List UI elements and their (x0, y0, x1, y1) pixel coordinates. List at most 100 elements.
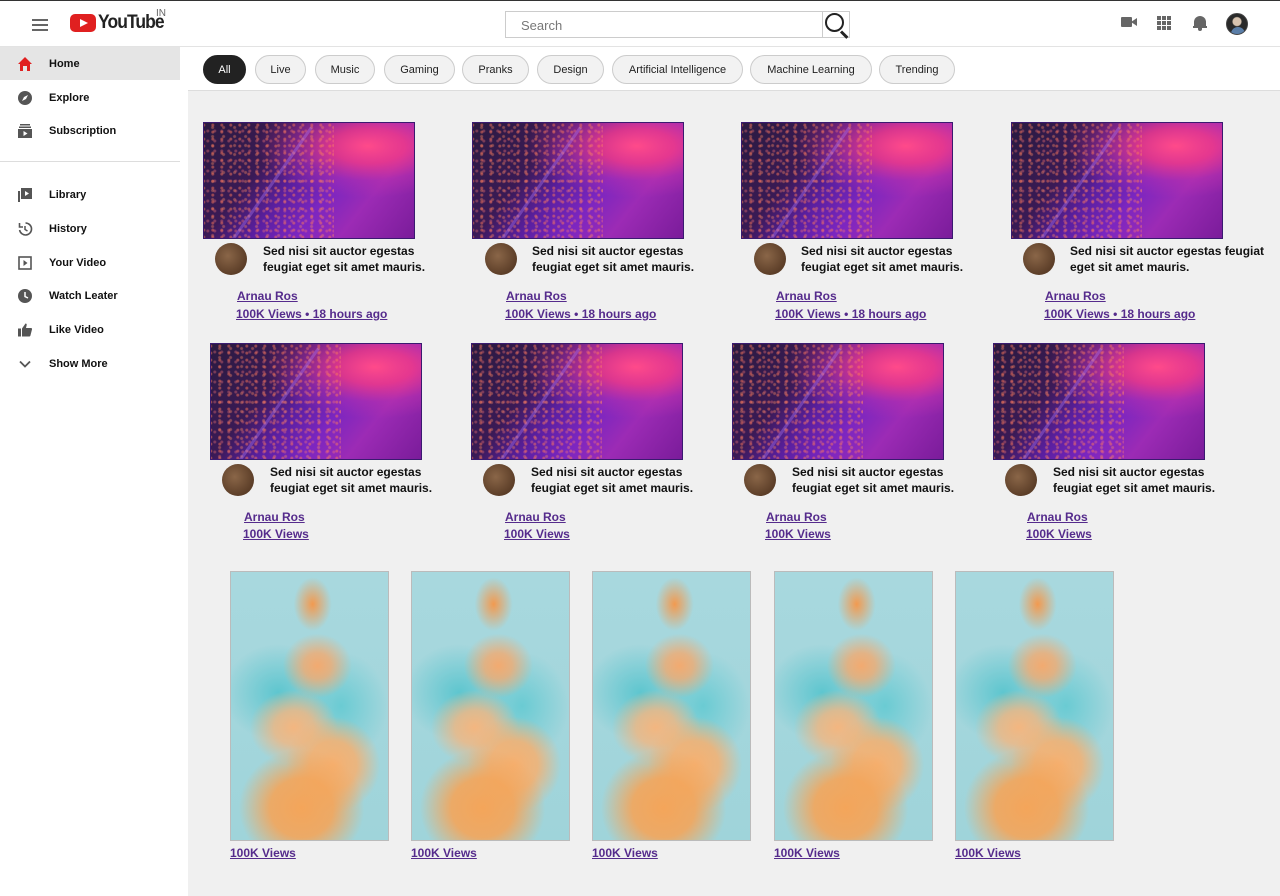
library-icon (18, 187, 32, 202)
channel-name-link[interactable]: Arnau Ros (505, 510, 566, 524)
channel-name-link[interactable]: Arnau Ros (244, 510, 305, 524)
sidebar-item-like-video[interactable]: Like Video (0, 313, 180, 346)
video-meta-link[interactable]: 100K Views • 18 hours ago (505, 307, 656, 321)
short-thumbnail[interactable] (592, 571, 751, 841)
sidebar-item-label: History (49, 222, 87, 235)
video-meta-link[interactable]: 100K Views (504, 527, 570, 541)
channel-avatar[interactable] (215, 243, 247, 275)
channel-avatar[interactable] (1005, 464, 1037, 496)
video-thumbnail[interactable] (472, 122, 684, 239)
channel-name-link[interactable]: Arnau Ros (776, 289, 837, 303)
video-thumbnail[interactable] (993, 343, 1205, 460)
sidebar-divider (0, 161, 180, 162)
video-title[interactable]: Sed nisi sit auctor egestas feugiat eget… (792, 464, 972, 496)
youtube-logo[interactable]: YouTube IN (70, 8, 169, 34)
logo-text: YouTube (98, 12, 165, 33)
sidebar-item-subscription[interactable]: Subscription (0, 114, 180, 147)
channel-name-link[interactable]: Arnau Ros (237, 289, 298, 303)
user-avatar[interactable] (1226, 13, 1248, 35)
search-button[interactable] (822, 11, 850, 39)
channel-name-link[interactable]: Arnau Ros (766, 510, 827, 524)
sidebar-item-label: Show More (49, 357, 108, 370)
top-bar: YouTube IN Search (0, 0, 1280, 47)
short-thumbnail[interactable] (774, 571, 933, 841)
short-thumbnail[interactable] (230, 571, 389, 841)
video-thumbnail[interactable] (741, 122, 953, 239)
sidebar-item-library[interactable]: Library (0, 178, 180, 211)
video-title[interactable]: Sed nisi sit auctor egestas feugiat eget… (531, 464, 711, 496)
video-meta-link[interactable]: 100K Views • 18 hours ago (236, 307, 387, 321)
sidebar-item-label: Your Video (49, 256, 107, 269)
video-title[interactable]: Sed nisi sit auctor egestas feugiat eget… (801, 243, 981, 275)
compass-icon (18, 90, 32, 105)
short-thumbnail[interactable] (955, 571, 1114, 841)
channel-name-link[interactable]: Arnau Ros (506, 289, 567, 303)
play-square-icon (18, 255, 32, 270)
subscriptions-icon (18, 123, 32, 138)
clock-icon (18, 288, 32, 303)
chip-pranks[interactable]: Pranks (462, 55, 529, 84)
chip-all[interactable]: All (203, 55, 246, 84)
channel-avatar[interactable] (483, 464, 515, 496)
video-meta-link[interactable]: 100K Views • 18 hours ago (1044, 307, 1195, 321)
history-icon (18, 221, 33, 236)
channel-avatar[interactable] (1023, 243, 1055, 275)
video-title[interactable]: Sed nisi sit auctor egestas feugiat eget… (1053, 464, 1233, 496)
channel-avatar[interactable] (754, 243, 786, 275)
menu-icon[interactable] (32, 19, 48, 31)
sidebar-item-label: Subscription (49, 124, 117, 137)
short-views-link[interactable]: 100K Views (955, 846, 1021, 860)
short-views-link[interactable]: 100K Views (411, 846, 477, 860)
sidebar-item-label: Library (49, 188, 87, 201)
apps-grid-icon[interactable] (1157, 16, 1171, 30)
youtube-play-icon (70, 14, 96, 32)
sidebar-item-watch-later[interactable]: Watch Leater (0, 279, 180, 312)
video-thumbnail[interactable] (732, 343, 944, 460)
video-title[interactable]: Sed nisi sit auctor egestas feugiat eget… (270, 464, 450, 496)
sidebar: Home Explore Subscription Library Histor… (0, 47, 188, 896)
notifications-bell-icon[interactable] (1193, 15, 1207, 31)
chip-gaming[interactable]: Gaming (384, 55, 455, 84)
create-video-icon[interactable] (1121, 16, 1137, 27)
video-thumbnail[interactable] (1011, 122, 1223, 239)
short-views-link[interactable]: 100K Views (774, 846, 840, 860)
chip-artificial-intelligence[interactable]: Artificial Intelligence (612, 55, 743, 84)
video-meta-link[interactable]: 100K Views (765, 527, 831, 541)
sidebar-item-history[interactable]: History (0, 212, 180, 245)
video-title[interactable]: Sed nisi sit auctor egestas feugiat eget… (263, 243, 443, 275)
chip-trending[interactable]: Trending (879, 55, 955, 84)
short-views-link[interactable]: 100K Views (592, 846, 658, 860)
sidebar-item-show-more[interactable]: Show More (0, 347, 180, 380)
video-title[interactable]: Sed nisi sit auctor egestas feugiat eget… (1070, 243, 1270, 275)
video-meta-link[interactable]: 100K Views (1026, 527, 1092, 541)
video-thumbnail[interactable] (203, 122, 415, 239)
sidebar-item-label: Explore (49, 91, 90, 104)
sidebar-item-label: Like Video (49, 323, 104, 336)
sidebar-item-label: Watch Leater (49, 289, 118, 302)
video-title[interactable]: Sed nisi sit auctor egestas feugiat eget… (532, 243, 712, 275)
sidebar-item-home[interactable]: Home (0, 47, 180, 80)
chip-live[interactable]: Live (255, 55, 306, 84)
video-thumbnail[interactable] (471, 343, 683, 460)
video-meta-link[interactable]: 100K Views (243, 527, 309, 541)
chip-machine-learning[interactable]: Machine Learning (750, 55, 872, 84)
channel-name-link[interactable]: Arnau Ros (1027, 510, 1088, 524)
chip-music[interactable]: Music (315, 55, 375, 84)
home-icon (18, 56, 32, 71)
channel-avatar[interactable] (744, 464, 776, 496)
channel-name-link[interactable]: Arnau Ros (1045, 289, 1106, 303)
video-thumbnail[interactable] (210, 343, 422, 460)
video-meta-link[interactable]: 100K Views • 18 hours ago (775, 307, 926, 321)
chip-design[interactable]: Design (537, 55, 604, 84)
sidebar-item-explore[interactable]: Explore (0, 81, 180, 114)
short-thumbnail[interactable] (411, 571, 570, 841)
chevron-down-icon (19, 360, 31, 368)
search-input[interactable]: Search (505, 11, 823, 38)
channel-avatar[interactable] (485, 243, 517, 275)
sidebar-item-label: Home (49, 57, 80, 70)
sidebar-item-your-video[interactable]: Your Video (0, 246, 180, 279)
channel-avatar[interactable] (222, 464, 254, 496)
filter-chip-bar: All Live Music Gaming Pranks Design Arti… (188, 47, 1280, 91)
short-views-link[interactable]: 100K Views (230, 846, 296, 860)
thumbs-up-icon (18, 323, 33, 336)
